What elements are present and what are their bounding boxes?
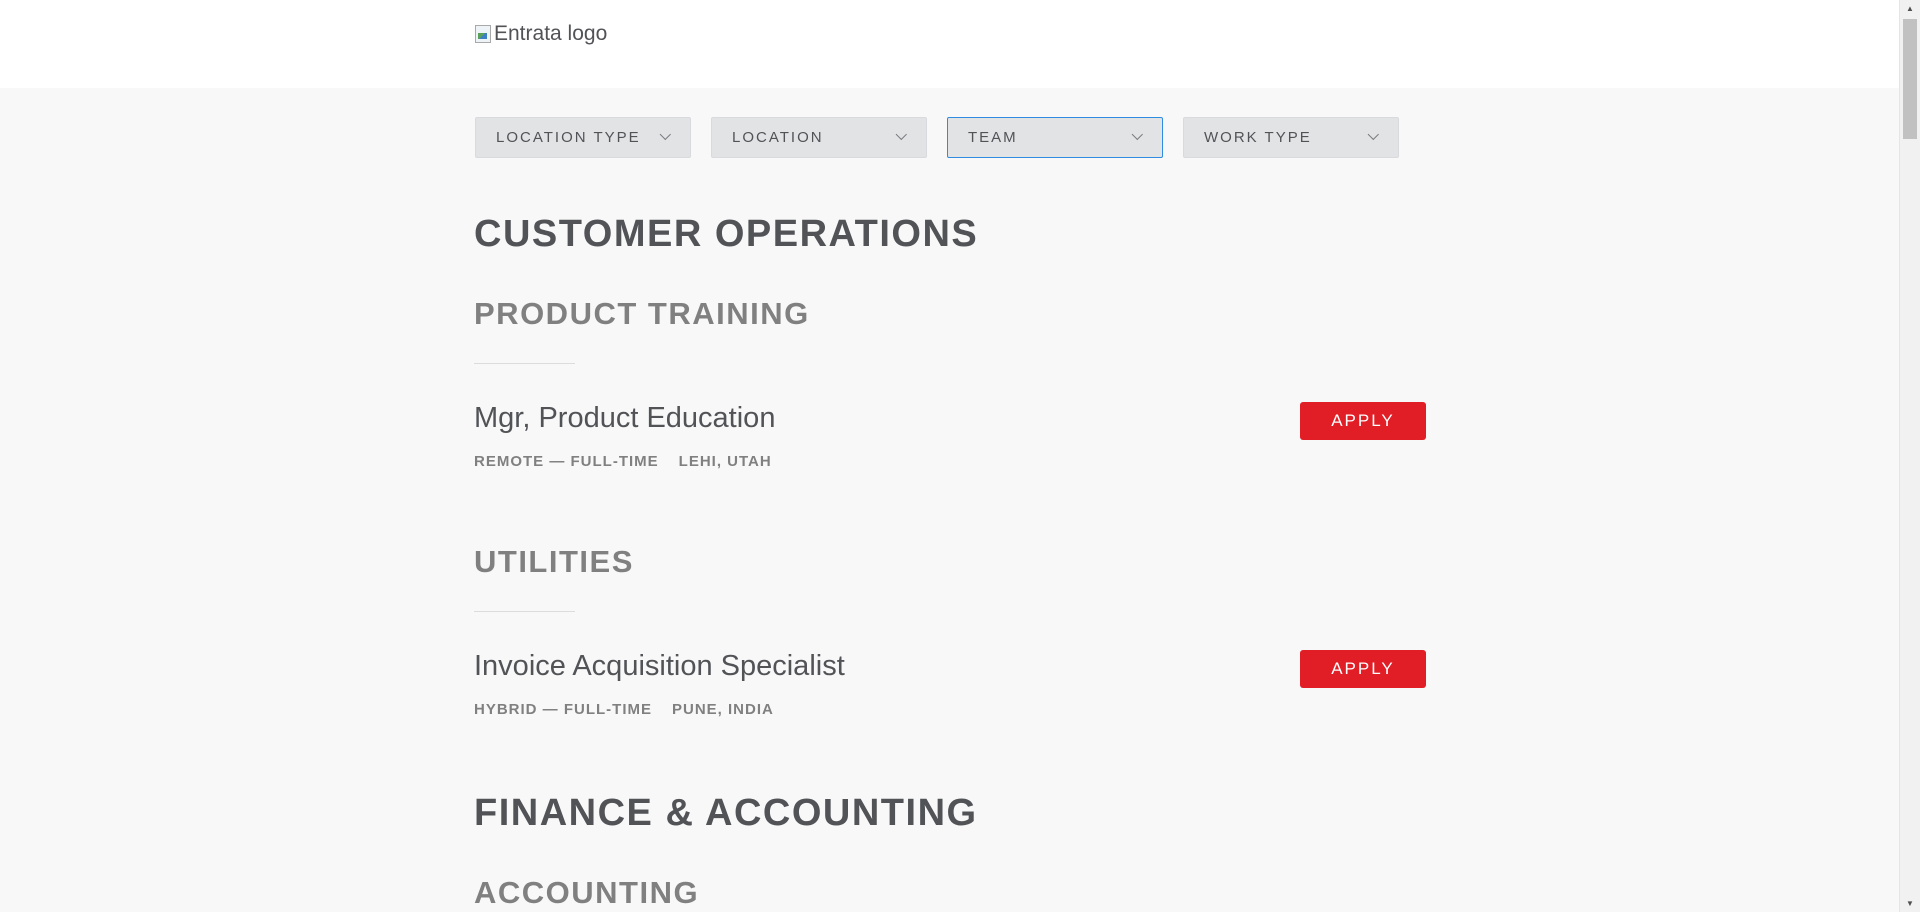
team-title: PRODUCT TRAINING (474, 296, 810, 331)
logo-alt-text: Entrata logo (494, 22, 608, 45)
filter-label: WORK TYPE (1204, 129, 1312, 146)
filter-label: TEAM (968, 129, 1018, 146)
filter-label: LOCATION (732, 129, 824, 146)
job-work-type: REMOTE — FULL-TIME (474, 453, 659, 470)
job-location: PUNE, INDIA (671, 701, 774, 718)
chevron-down-icon (1131, 128, 1143, 140)
team-divider (474, 611, 575, 612)
scrollbar-thumb[interactable] (1903, 19, 1917, 139)
filter-team[interactable]: TEAM (947, 117, 1163, 158)
site-header: Entrata logo (0, 0, 1899, 88)
department-title: FINANCE & ACCOUNTING (474, 792, 978, 834)
scroll-down-arrow-icon[interactable]: ▼ (1900, 895, 1920, 912)
filter-location[interactable]: LOCATION (711, 117, 927, 158)
filter-label: LOCATION TYPE (496, 129, 641, 146)
page: Entrata logo LOCATION TYPE LOCATION TEAM… (0, 0, 1899, 912)
job-location: LEHI, UTAH (678, 453, 772, 470)
team-divider (474, 363, 575, 364)
job-title-link[interactable]: Mgr, Product Education (474, 402, 775, 435)
filter-work-type[interactable]: WORK TYPE (1183, 117, 1399, 158)
job-meta: HYBRID — FULL-TIME PUNE, INDIA (474, 701, 774, 718)
chevron-down-icon (1367, 128, 1379, 140)
filter-bar: LOCATION TYPE LOCATION TEAM WORK TYPE (475, 117, 1399, 158)
apply-button[interactable]: APPLY (1300, 650, 1426, 688)
apply-button[interactable]: APPLY (1300, 402, 1426, 440)
job-title-link[interactable]: Invoice Acquisition Specialist (474, 650, 845, 683)
broken-image-icon (474, 24, 492, 44)
scroll-up-arrow-icon[interactable]: ▲ (1900, 0, 1920, 17)
chevron-down-icon (895, 128, 907, 140)
team-title: ACCOUNTING (474, 875, 700, 910)
entrata-logo[interactable]: Entrata logo (474, 22, 607, 46)
job-meta: REMOTE — FULL-TIME LEHI, UTAH (474, 453, 772, 470)
vertical-scrollbar[interactable]: ▲ ▼ (1899, 0, 1920, 912)
department-title: CUSTOMER OPERATIONS (474, 213, 979, 255)
chevron-down-icon (659, 128, 671, 140)
team-title: UTILITIES (474, 544, 634, 579)
job-work-type: HYBRID — FULL-TIME (474, 701, 652, 718)
filter-location-type[interactable]: LOCATION TYPE (475, 117, 691, 158)
